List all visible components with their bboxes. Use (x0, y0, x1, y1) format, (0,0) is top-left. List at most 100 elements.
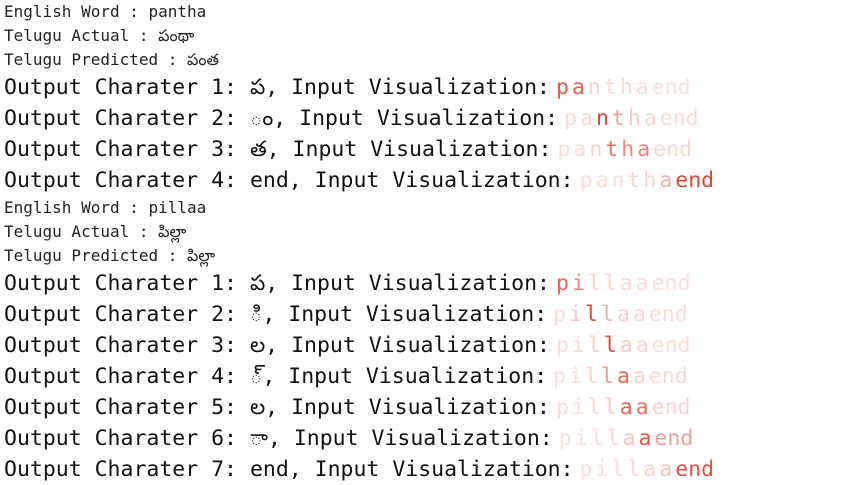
word-block: English Word : pillaa Telugu Actual : పిల… (0, 196, 849, 485)
attention-token: p (553, 364, 567, 389)
attention-token: l (603, 271, 617, 296)
telugu-predicted-line: Telugu Predicted : పంత (4, 50, 219, 69)
input-visualization: p a n t h a end (558, 106, 699, 131)
attention-token: a (619, 271, 633, 296)
input-visualization: p i l l a a end (550, 395, 691, 420)
output-character-line: Output Charater 2: ి, Input Visualizatio… (0, 299, 849, 330)
attention-token: a (659, 457, 673, 482)
output-character-line: Output Charater 3: త, Input Visualizatio… (0, 134, 849, 165)
attention-token: end (675, 457, 715, 482)
attention-token: t (603, 75, 617, 100)
attention-token: i (569, 302, 583, 327)
attention-token: l (587, 395, 601, 420)
attention-token: end (654, 426, 694, 451)
attention-token: a (632, 302, 646, 327)
input-visualization: p i l l a a end (550, 333, 691, 358)
attention-token: i (571, 333, 585, 358)
output-character-line: Output Charater 6: ా, Input Visualizatio… (0, 423, 849, 454)
attention-token: p (564, 106, 577, 131)
output-character-text: Output Charater 4: end, Input Visualizat… (4, 168, 574, 193)
output-character-text: Output Charater 7: end, Input Visualizat… (4, 457, 574, 482)
output-character-line: Output Charater 2: ం, Input Visualizatio… (0, 103, 849, 134)
attention-token: i (595, 457, 609, 482)
input-visualization: p a n t h a end (574, 168, 715, 193)
output-character-line: Output Charater 5: ల, Input Visualizatio… (0, 392, 849, 423)
attention-token: a (635, 75, 649, 100)
attention-token: a (622, 426, 636, 451)
attention-token: l (590, 426, 604, 451)
output-character-line: Output Charater 1: ప, Input Visualizatio… (0, 268, 849, 299)
attention-token: a (638, 426, 652, 451)
attention-token: l (611, 457, 625, 482)
attention-token: l (585, 364, 598, 389)
attention-token: n (611, 168, 625, 193)
attention-token: a (635, 333, 649, 358)
attention-token: a (616, 302, 630, 327)
attention-token: l (603, 395, 617, 420)
attention-token: end (659, 106, 699, 131)
attention-token: a (616, 364, 630, 389)
attention-token: l (587, 333, 601, 358)
output-character-line: Output Charater 1: ప, Input Visualizatio… (0, 72, 849, 103)
attention-token: a (573, 137, 587, 162)
attention-token: end (651, 75, 691, 100)
attention-token: l (601, 364, 614, 389)
attention-token: p (556, 271, 569, 296)
attention-token: i (571, 271, 585, 296)
input-visualization: p a n t h a end (551, 137, 692, 162)
attention-token: a (619, 333, 633, 358)
attention-token: a (637, 137, 651, 162)
attention-token: p (579, 168, 593, 193)
attention-token: i (571, 395, 585, 420)
english-word-line: English Word : pillaa (4, 198, 207, 217)
output-character-line: Output Charater 3: ల, Input Visualizatio… (0, 330, 849, 361)
attention-token: end (651, 395, 691, 420)
attention-token: p (556, 75, 569, 100)
attention-token: t (611, 106, 625, 131)
attention-token: p (557, 137, 571, 162)
input-visualization: p a n t h a end (550, 75, 691, 100)
attention-token: a (635, 395, 649, 420)
output-character-text: Output Charater 3: ల, Input Visualizatio… (4, 333, 550, 358)
attention-token: end (648, 302, 688, 327)
attention-token: end (651, 271, 691, 296)
attention-token: n (589, 137, 603, 162)
input-visualization: p i l l a a end (547, 364, 688, 389)
attention-token: a (595, 168, 609, 193)
attention-token: a (619, 395, 633, 420)
attention-token: i (574, 426, 588, 451)
attention-token: h (627, 106, 641, 131)
telugu-predicted-line: Telugu Predicted : పిల్లా (4, 246, 216, 265)
attention-token: p (555, 395, 569, 420)
english-word-line: English Word : pantha (4, 2, 207, 21)
output-character-text: Output Charater 3: త, Input Visualizatio… (4, 137, 552, 162)
output-character-text: Output Charater 6: ా, Input Visualizatio… (4, 426, 553, 451)
attention-token: end (651, 333, 691, 358)
attention-token: a (643, 457, 657, 482)
attention-token: p (579, 457, 593, 482)
attention-token: a (659, 168, 673, 193)
attention-token: h (619, 75, 633, 100)
output-character-line: Output Charater 4: ్, Input Visualizatio… (0, 361, 849, 392)
attention-token: l (627, 457, 641, 482)
attention-token: a (580, 106, 593, 131)
output-character-text: Output Charater 4: ్, Input Visualizatio… (4, 364, 548, 389)
attention-token: n (595, 106, 609, 131)
input-visualization: p i l l a a end (553, 426, 694, 451)
attention-token: p (555, 333, 569, 358)
output-character-text: Output Charater 2: ి, Input Visualizatio… (4, 302, 548, 327)
input-visualization: p i l l a a end (574, 457, 715, 482)
attention-token: a (632, 364, 646, 389)
output-character-line: Output Charater 4: end, Input Visualizat… (0, 165, 849, 196)
attention-token: h (643, 168, 657, 193)
input-visualization: p i l l a a end (550, 271, 691, 296)
attention-token: a (643, 106, 657, 131)
attention-token: l (606, 426, 620, 451)
attention-token: l (585, 302, 598, 327)
attention-token: a (635, 271, 649, 296)
word-block: English Word : pantha Telugu Actual : పంథ… (0, 0, 849, 196)
attention-token: l (603, 333, 617, 358)
attention-token: end (675, 168, 715, 193)
output-character-text: Output Charater 2: ం, Input Visualizatio… (4, 106, 559, 131)
telugu-actual-line: Telugu Actual : పిల్లా (4, 222, 187, 241)
